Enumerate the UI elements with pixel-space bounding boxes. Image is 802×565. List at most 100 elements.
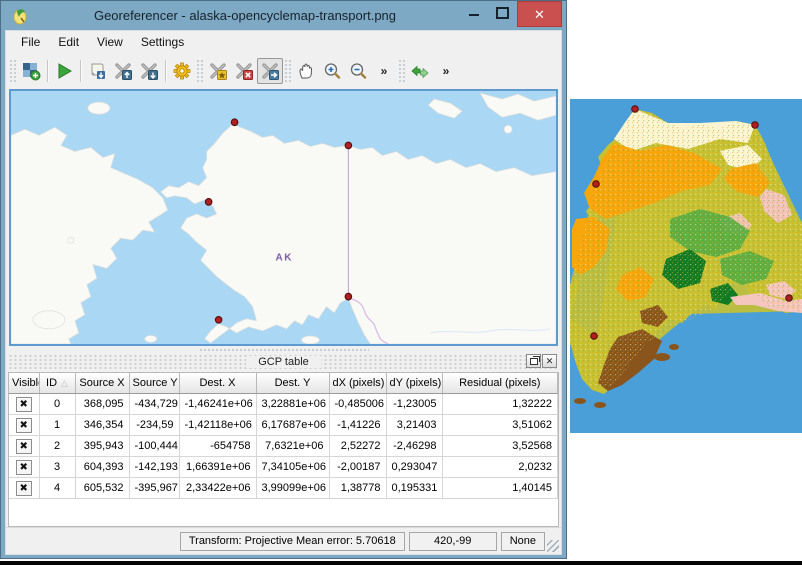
zoom-to-layer-button[interactable] <box>407 58 433 84</box>
gcp-marker[interactable] <box>204 198 213 206</box>
column-header-source-y[interactable]: Source Y <box>129 373 180 394</box>
cell-source-x[interactable]: 346,354 <box>75 414 130 436</box>
load-gcp-points-button[interactable] <box>110 58 136 84</box>
titlebar[interactable]: Georeferencer - alaska-opencyclemap-tran… <box>5 1 562 30</box>
visible-checkbox[interactable]: ✖ <box>15 396 32 412</box>
gcp-row-3[interactable]: ✖ 3 604,393 -142,193 1,66391e+06 7,34105e+06-… <box>9 456 558 478</box>
cell-source-y[interactable]: -234,59 <box>129 414 180 436</box>
column-header-visible[interactable]: Visible <box>9 373 40 394</box>
cell-id[interactable]: 2 <box>39 435 76 457</box>
cell-source-y[interactable]: -395,967 <box>129 477 180 499</box>
gcp-marker[interactable] <box>631 105 639 113</box>
gcp-panel-titlebar[interactable]: GCP table ✕ <box>8 353 559 371</box>
gcp-marker[interactable] <box>590 332 598 340</box>
gcp-marker[interactable] <box>214 315 223 324</box>
visible-checkbox[interactable]: ✖ <box>15 480 32 496</box>
overflow-chevron-button[interactable]: » <box>371 58 397 84</box>
menu-item-file[interactable]: File <box>12 33 49 51</box>
cell-dest-y[interactable]: 6,17687e+06 <box>256 414 330 436</box>
zoom-in-button[interactable] <box>319 58 345 84</box>
gcp-row-1[interactable]: ✖ 1 346,354 -234,59 -1,42118e+06 6,17687e+06-… <box>9 414 558 436</box>
cell-dy[interactable]: 0,293047 <box>386 456 443 478</box>
cell-dest-y[interactable]: 3,22881e+06 <box>256 393 330 415</box>
qgis-map-canvas[interactable] <box>570 99 802 433</box>
minimize-button[interactable] <box>459 1 488 23</box>
gcp-marker[interactable] <box>230 118 239 127</box>
column-header-source-x[interactable]: Source X <box>75 373 130 394</box>
cell-dy[interactable]: -2,46298 <box>386 435 443 457</box>
column-header-dest-y[interactable]: Dest. Y <box>256 373 330 394</box>
resize-grip[interactable] <box>547 540 559 552</box>
gcp-marker[interactable] <box>751 121 759 129</box>
cell-source-x[interactable]: 395,943 <box>75 435 130 457</box>
cell-residual[interactable]: 3,52568 <box>442 435 558 457</box>
cell-dest-x[interactable]: -1,42118e+06 <box>179 414 257 436</box>
cell-source-y[interactable]: -100,444 <box>129 435 180 457</box>
cell-dy[interactable]: 0,195331 <box>386 477 443 499</box>
menu-item-settings[interactable]: Settings <box>132 33 193 51</box>
open-raster-button[interactable] <box>18 58 44 84</box>
panel-splitter[interactable] <box>6 346 561 353</box>
cell-dest-x[interactable]: -1,46241e+06 <box>179 393 257 415</box>
menu-item-edit[interactable]: Edit <box>49 33 88 51</box>
source-image-canvas[interactable]: AK <box>9 89 558 346</box>
menu-item-view[interactable]: View <box>88 33 132 51</box>
overflow-2-chevron-button[interactable]: » <box>433 58 459 84</box>
save-gcp-points-button[interactable] <box>136 58 162 84</box>
cell-dx[interactable]: -0,485006 <box>329 393 387 415</box>
cell-dx[interactable]: -1,41226 <box>329 414 387 436</box>
gcp-marker[interactable] <box>344 292 353 301</box>
column-header-id[interactable]: ID △ <box>39 373 76 394</box>
cell-residual[interactable]: 1,32222 <box>442 393 558 415</box>
cell-id[interactable]: 4 <box>39 477 76 499</box>
toolbar-handle[interactable] <box>196 58 204 83</box>
cell-residual[interactable]: 1,40145 <box>442 477 558 499</box>
cell-source-x[interactable]: 604,393 <box>75 456 130 478</box>
cell-dest-y[interactable]: 3,99099e+06 <box>256 477 330 499</box>
generate-gdal-script-button[interactable] <box>84 58 110 84</box>
column-header-dx-pixels[interactable]: dX (pixels) <box>329 373 387 394</box>
cell-dx[interactable]: 1,38778 <box>329 477 387 499</box>
cell-residual[interactable]: 3,51062 <box>442 414 558 436</box>
cell-id[interactable]: 3 <box>39 456 76 478</box>
gcp-marker[interactable] <box>592 180 600 188</box>
cell-source-x[interactable]: 605,532 <box>75 477 130 499</box>
toolbar-handle[interactable] <box>398 58 406 83</box>
column-header-dy-pixels[interactable]: dY (pixels) <box>386 373 443 394</box>
zoom-out-button[interactable] <box>345 58 371 84</box>
cell-dy[interactable]: 3,21403 <box>386 414 443 436</box>
cell-dy[interactable]: -1,23005 <box>386 393 443 415</box>
visible-checkbox[interactable]: ✖ <box>15 438 32 454</box>
gcp-marker[interactable] <box>785 294 793 302</box>
cell-id[interactable]: 0 <box>39 393 76 415</box>
transformation-settings-button[interactable] <box>169 58 195 84</box>
dock-float-button[interactable] <box>526 354 541 368</box>
start-georeferencing-button[interactable] <box>51 58 77 84</box>
cell-dx[interactable]: 2,52272 <box>329 435 387 457</box>
cell-dest-y[interactable]: 7,34105e+06 <box>256 456 330 478</box>
cell-source-y[interactable]: -142,193 <box>129 456 180 478</box>
cell-source-x[interactable]: 368,095 <box>75 393 130 415</box>
column-header-dest-x[interactable]: Dest. X <box>179 373 257 394</box>
pan-button[interactable] <box>293 58 319 84</box>
cell-residual[interactable]: 2,0232 <box>442 456 558 478</box>
gcp-marker[interactable] <box>344 141 353 150</box>
gcp-row-4[interactable]: ✖ 4 605,532 -395,967 2,33422e+06 3,99099e+06 1… <box>9 477 558 499</box>
move-point-button[interactable] <box>257 57 283 84</box>
toolbar-handle[interactable] <box>284 58 292 83</box>
cell-dest-y[interactable]: 7,6321e+06 <box>256 435 330 457</box>
maximize-button[interactable] <box>488 1 517 23</box>
cell-dx[interactable]: -2,00187 <box>329 456 387 478</box>
visible-checkbox[interactable]: ✖ <box>15 417 32 433</box>
dock-close-button[interactable]: ✕ <box>542 354 557 368</box>
cell-dest-x[interactable]: 1,66391e+06 <box>179 456 257 478</box>
visible-checkbox[interactable]: ✖ <box>15 459 32 475</box>
close-button[interactable]: ✕ <box>517 1 562 27</box>
gcp-row-2[interactable]: ✖ 2 395,943 -100,444 -654758 7,6321e+06 2,5227… <box>9 435 558 457</box>
cell-dest-x[interactable]: 2,33422e+06 <box>179 477 257 499</box>
delete-point-button[interactable] <box>231 58 257 84</box>
cell-source-y[interactable]: -434,729 <box>129 393 180 415</box>
cell-dest-x[interactable]: -654758 <box>179 435 257 457</box>
cell-id[interactable]: 1 <box>39 414 76 436</box>
toolbar-handle[interactable] <box>9 58 17 83</box>
